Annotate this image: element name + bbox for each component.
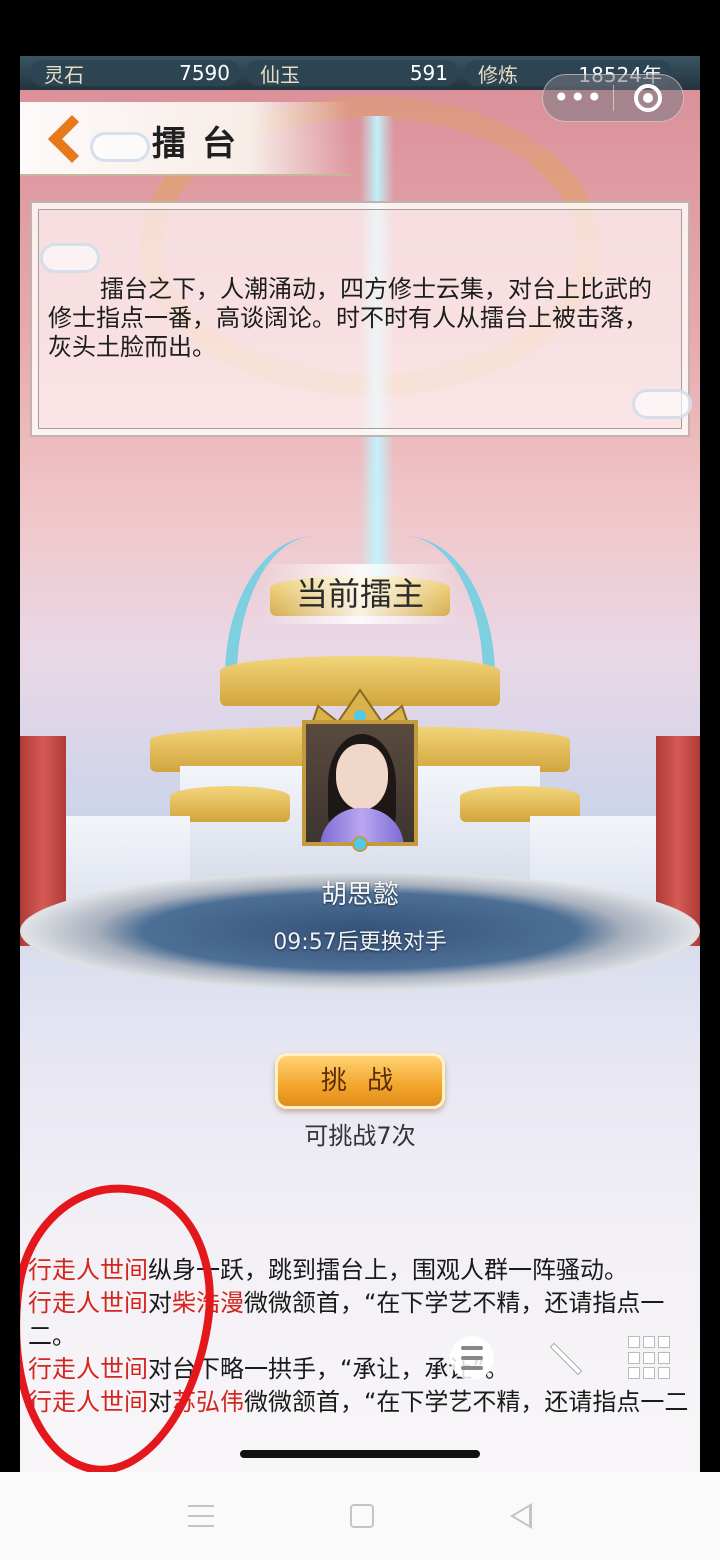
resource-spirit-stone: 灵石 7590: [30, 60, 240, 87]
grid-icon[interactable]: [628, 1336, 672, 1380]
cloud-icon: [90, 132, 150, 162]
log-text: 纵身一跃，跳到擂台上，围观人群一阵骚动。: [148, 1256, 628, 1284]
resource-label: 修炼: [478, 62, 518, 87]
owner-portrait[interactable]: [298, 686, 422, 852]
annotation-circle: [20, 1171, 230, 1472]
owner-name: 胡思懿: [320, 880, 399, 910]
home-indicator[interactable]: [240, 1450, 480, 1458]
gem-icon: [352, 836, 368, 852]
resource-label: 仙玉: [260, 62, 300, 87]
page-title: 擂台: [152, 124, 252, 164]
opponent-timer: 09:57后更换对手: [273, 930, 447, 955]
miniprogram-capsule: •••: [542, 74, 684, 122]
back-button[interactable]: [38, 112, 97, 166]
more-dots-icon[interactable]: •••: [543, 78, 613, 118]
game-viewport: 灵石 7590 仙玉 591 修炼 18524年 ••• 擂台 擂台之下，人潮涌…: [20, 56, 700, 1472]
resource-value: 591: [409, 61, 448, 85]
challenge-button[interactable]: 挑 战: [275, 1053, 445, 1109]
hamburger-icon[interactable]: [450, 1336, 494, 1380]
current-owner-label: 当前擂主: [260, 564, 460, 624]
challenge-count: 可挑战7次: [304, 1122, 416, 1150]
cloud-icon: [632, 389, 692, 419]
title-banner: 擂台: [20, 102, 350, 176]
cloud-icon: [40, 243, 100, 273]
avatar: [302, 720, 418, 846]
system-nav-bar: [0, 1472, 720, 1560]
description-panel: 擂台之下，人潮涌动，四方修士云集，对台上比武的修士指点一番，高谈阔论。时不时有人…: [30, 201, 692, 437]
log-text: 微微颔首，“在下学艺不精，还请指点一二: [244, 1388, 689, 1416]
resource-immortal-jade: 仙玉 591: [246, 60, 458, 87]
back-triangle-icon[interactable]: [510, 1503, 532, 1529]
recents-icon[interactable]: [188, 1505, 214, 1527]
resource-value: 7590: [179, 61, 230, 85]
chevron-left-icon: [47, 114, 97, 164]
status-bar: [0, 0, 720, 56]
magic-wand-icon[interactable]: [540, 1336, 584, 1380]
target-close-icon[interactable]: [614, 84, 684, 112]
resource-label: 灵石: [44, 62, 84, 87]
home-icon[interactable]: [350, 1504, 374, 1528]
description-text: 擂台之下，人潮涌动，四方修士云集，对台上比武的修士指点一番，高谈阔论。时不时有人…: [48, 275, 652, 361]
